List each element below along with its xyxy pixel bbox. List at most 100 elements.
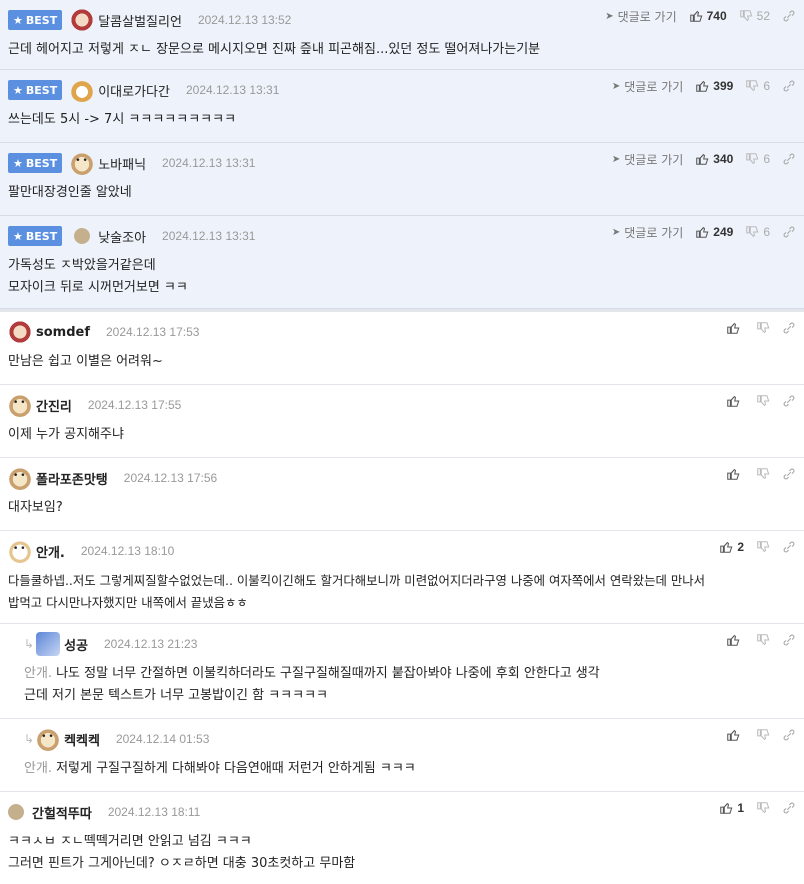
comment-text: 가독성도 ㅈ박았을거같은데	[8, 258, 156, 273]
like-button[interactable]	[726, 633, 744, 647]
comment-date: 2024.12.13 17:55	[87, 398, 182, 412]
comment: somdef 2024.12.13 17:53 만남은 쉽고 이별은 어려워~	[0, 312, 804, 385]
comment: 간진리 2024.12.13 17:55 이제 누가 공지해주냐	[0, 385, 804, 458]
send-arrow-icon: ➤	[611, 80, 621, 92]
best-comments-section: ★ BEST 달콤살벌질리언 2024.12.13 13:52 ➤ 댓글로 가기 7…	[0, 0, 804, 309]
like-button[interactable]: 2	[719, 540, 744, 554]
share-link-button[interactable]	[782, 467, 796, 481]
dislike-button[interactable]: 6	[745, 152, 770, 166]
share-link-button[interactable]	[782, 540, 796, 554]
nickname[interactable]: 간진리	[36, 396, 72, 415]
nickname[interactable]: 이대로가다간	[98, 81, 170, 100]
best-comment: ★ BEST 낮술조아 2024.12.13 13:31 ➤ 댓글로 가기 249 …	[0, 216, 804, 309]
like-button[interactable]	[726, 394, 744, 408]
send-arrow-icon: ➤	[611, 153, 621, 165]
thumbs-up-icon	[696, 153, 709, 165]
dislike-button[interactable]	[756, 728, 770, 742]
like-button[interactable]: 1	[719, 801, 744, 815]
thumbs-down-icon	[757, 468, 770, 480]
nickname[interactable]: 달콤살벌질리언	[98, 11, 182, 30]
avatar[interactable]	[70, 8, 95, 32]
thumbs-down-icon	[746, 226, 759, 238]
dislike-button[interactable]	[756, 633, 770, 647]
link-icon	[783, 322, 795, 334]
dislike-button[interactable]: 6	[745, 225, 770, 239]
thumbs-down-icon	[757, 634, 770, 646]
mention-tag[interactable]: 안개.	[24, 666, 52, 681]
like-button[interactable]: 399	[695, 79, 733, 93]
like-button[interactable]	[726, 321, 744, 335]
reply-arrow-icon: ↳	[24, 732, 35, 746]
nickname[interactable]: 폴라포존맛탱	[36, 469, 108, 488]
goto-comment-link[interactable]: ➤ 댓글로 가기	[605, 8, 676, 25]
comment-text: 모자이크 뒤로 시꺼먼거보면 ㅋㅋ	[8, 280, 188, 295]
like-button[interactable]	[726, 467, 744, 481]
like-button[interactable]: 340	[695, 152, 733, 166]
nickname[interactable]: 성공	[64, 635, 88, 654]
like-button[interactable]: 249	[695, 225, 733, 239]
link-icon	[783, 395, 795, 407]
link-icon	[783, 10, 795, 22]
comment-date: 2024.12.13 21:23	[103, 637, 198, 651]
avatar[interactable]	[8, 804, 24, 820]
comment-text: 그러면 핀트가 그게아닌데? ㅇㅈㄹ하면 대충 30초컷하고 무마함	[8, 856, 356, 871]
dislike-button[interactable]	[756, 540, 770, 554]
link-icon	[783, 729, 795, 741]
reply-comment: ↳ 켁켁켁 2024.12.14 01:53 안개. 저렇게 구질구질하게 다해봐…	[0, 719, 804, 792]
avatar[interactable]	[8, 466, 32, 490]
dislike-button[interactable]	[756, 467, 770, 481]
avatar[interactable]	[8, 539, 32, 563]
comment-text: 나도 정말 너무 간절하면 이불킥하더라도 구질구질해질때까지 붙잡아봐야 나중…	[56, 666, 600, 681]
share-link-button[interactable]	[782, 728, 796, 742]
thumbs-down-icon	[739, 10, 753, 22]
nickname[interactable]: 켁켁켁	[64, 730, 100, 749]
dislike-button[interactable]: 52	[739, 9, 770, 23]
comment-date: 2024.12.13 13:31	[162, 156, 256, 170]
goto-comment-link[interactable]: ➤ 댓글로 가기	[612, 78, 683, 95]
dislike-button[interactable]	[756, 321, 770, 335]
share-link-button[interactable]	[782, 9, 796, 23]
share-link-button[interactable]	[782, 79, 796, 93]
share-link-button[interactable]	[782, 225, 796, 239]
dislike-button[interactable]: 6	[745, 79, 770, 93]
star-icon: ★	[13, 229, 23, 243]
nickname[interactable]: 안개.	[36, 542, 65, 561]
nickname[interactable]: 노바패닉	[98, 154, 146, 173]
thumbs-up-icon	[696, 226, 709, 238]
avatar[interactable]	[74, 228, 91, 244]
share-link-button[interactable]	[782, 633, 796, 647]
nickname[interactable]: 간헐적뚜따	[32, 803, 92, 822]
avatar[interactable]	[70, 151, 95, 175]
comment-date: 2024.12.13 13:31	[185, 83, 280, 97]
comment-text: 만남은 쉽고 이별은 어려워~	[8, 354, 163, 369]
goto-comment-link[interactable]: ➤ 댓글로 가기	[612, 151, 683, 168]
share-link-button[interactable]	[782, 394, 796, 408]
avatar[interactable]	[8, 393, 32, 417]
avatar[interactable]	[36, 632, 61, 656]
goto-comment-link[interactable]: ➤ 댓글로 가기	[612, 224, 683, 241]
like-button[interactable]	[726, 728, 744, 742]
mention-tag[interactable]: 안개.	[24, 761, 52, 776]
send-arrow-icon: ➤	[611, 226, 621, 238]
comment-text: ㅋㅋㅅㅂ ㅈㄴ떽떽거리면 안읽고 넘김 ㅋㅋㅋ	[8, 834, 252, 849]
share-link-button[interactable]	[782, 152, 796, 166]
avatar[interactable]	[8, 320, 32, 344]
avatar[interactable]	[70, 78, 95, 102]
nickname[interactable]: 낮술조아	[98, 227, 146, 246]
comment-date: 2024.12.13 13:52	[197, 13, 292, 27]
like-button[interactable]: 740	[689, 9, 727, 23]
avatar[interactable]	[36, 727, 61, 751]
thumbs-up-icon	[689, 10, 703, 22]
thumbs-down-icon	[757, 802, 770, 814]
share-link-button[interactable]	[782, 801, 796, 815]
comment-text: 근데 헤어지고 저렇게 ㅈㄴ 장문으로 메시지오면 진짜 즢내 피곤해짐...있…	[8, 42, 541, 57]
dislike-button[interactable]	[756, 394, 770, 408]
link-icon	[783, 468, 795, 480]
comment-date: 2024.12.13 13:31	[162, 229, 256, 243]
thumbs-up-icon	[727, 395, 740, 407]
dislike-button[interactable]	[756, 801, 770, 815]
comment-text: 다들쿨하넵..저도 그렇게찌질할수없었는데.. 이불킥이긴해도 할거다해보니까 …	[8, 573, 706, 588]
nickname[interactable]: somdef	[36, 325, 90, 340]
link-icon	[783, 634, 795, 646]
share-link-button[interactable]	[782, 321, 796, 335]
